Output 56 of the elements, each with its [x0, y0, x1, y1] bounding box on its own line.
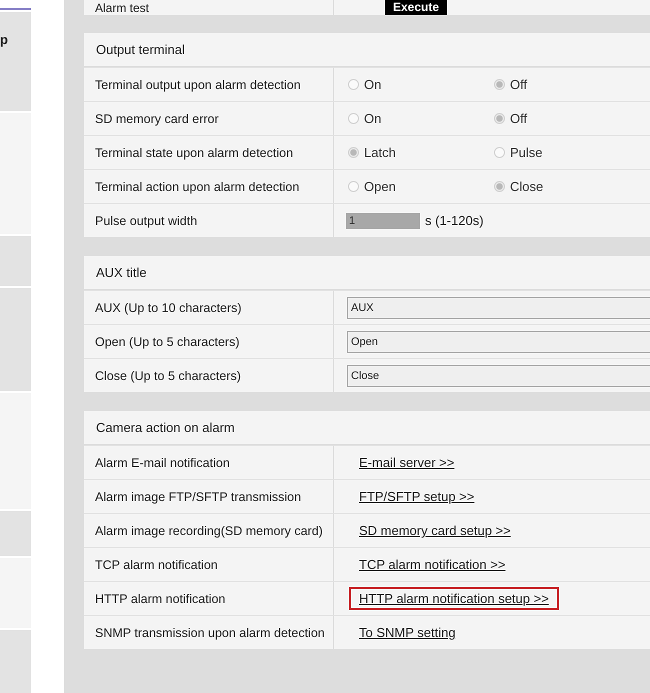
radio-button[interactable]: [348, 181, 359, 192]
row-label: HTTP alarm notification: [84, 581, 334, 615]
row-label: Close (Up to 5 characters): [84, 358, 334, 392]
row-label: Terminal state upon alarm detection: [84, 135, 334, 169]
option-label: Open: [364, 179, 396, 194]
row-label: AUX (Up to 10 characters): [84, 290, 334, 324]
row-label: Terminal output upon alarm detection: [84, 67, 334, 101]
section-title: Camera action on alarm: [84, 411, 650, 445]
radio-button[interactable]: [348, 113, 359, 124]
radio-button[interactable]: [494, 79, 505, 90]
row-label: Alarm test: [84, 0, 334, 15]
radio-option[interactable]: Off: [494, 77, 640, 92]
sidebar-item[interactable]: p: [0, 12, 31, 111]
execute-button[interactable]: Execute: [385, 0, 448, 15]
option-label: On: [364, 111, 382, 126]
text-field[interactable]: Close: [347, 364, 650, 386]
radio-option[interactable]: Latch: [348, 145, 494, 160]
radio-button[interactable]: [494, 147, 505, 158]
setup-link[interactable]: SD memory card setup >>: [359, 521, 511, 540]
setup-link[interactable]: E-mail server >>: [359, 453, 454, 472]
setup-link[interactable]: TCP alarm notification >>: [359, 555, 506, 574]
radio-option[interactable]: Pulse: [494, 145, 640, 160]
option-label: Off: [510, 111, 528, 126]
radio-option[interactable]: Open: [348, 179, 494, 194]
section-title: Output terminal: [84, 33, 650, 67]
setup-link[interactable]: To SNMP setting: [359, 623, 456, 642]
unit-label: s (1-120s): [425, 213, 484, 228]
option-label: Latch: [364, 145, 396, 160]
row-label: Open (Up to 5 characters): [84, 324, 334, 358]
row-label: Alarm image recording(SD memory card): [84, 513, 334, 547]
radio-option[interactable]: On: [348, 77, 494, 92]
sidebar-heading: p: [0, 31, 9, 47]
radio-button[interactable]: [348, 147, 359, 158]
row-label: SD memory card error: [84, 101, 334, 135]
option-label: Pulse: [510, 145, 543, 160]
row-label: Alarm image FTP/SFTP transmission: [84, 479, 334, 513]
text-field[interactable]: Open: [347, 330, 650, 352]
radio-button[interactable]: [494, 181, 505, 192]
number-field[interactable]: 1: [346, 212, 420, 228]
row-label: Terminal action upon alarm detection: [84, 169, 334, 203]
text-field[interactable]: AUX: [347, 296, 650, 318]
option-label: Off: [510, 77, 528, 92]
row-label: TCP alarm notification: [84, 547, 334, 581]
section-title: AUX title: [84, 256, 650, 290]
row-label: Alarm E-mail notification: [84, 445, 334, 479]
row-label: SNMP transmission upon alarm detection: [84, 615, 334, 649]
setup-link[interactable]: FTP/SFTP setup >>: [359, 487, 474, 506]
option-label: On: [364, 77, 382, 92]
radio-option[interactable]: Off: [494, 111, 640, 126]
radio-option[interactable]: Close: [494, 179, 640, 194]
radio-button[interactable]: [494, 113, 505, 124]
row-label: Pulse output width: [84, 203, 334, 237]
radio-option[interactable]: On: [348, 111, 494, 126]
option-label: Close: [510, 179, 544, 194]
setup-link[interactable]: HTTP alarm notification setup >>: [349, 587, 559, 610]
radio-button[interactable]: [348, 79, 359, 90]
